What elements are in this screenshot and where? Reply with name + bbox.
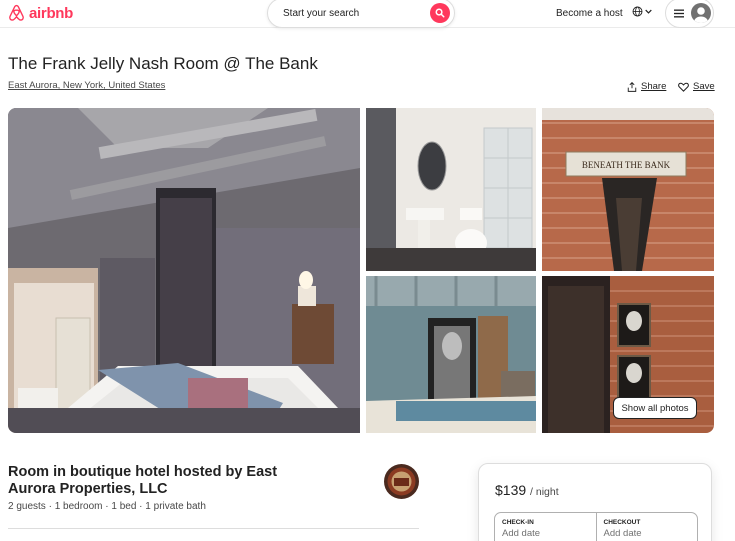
photo-basement-lounge[interactable] bbox=[366, 276, 536, 433]
checkin-label: CHECK-IN bbox=[502, 519, 534, 526]
checkin-value: Add date bbox=[502, 528, 541, 539]
checkout-field[interactable]: CHECKOUT Add date bbox=[595, 513, 698, 541]
search-icon bbox=[435, 8, 445, 18]
host-avatar[interactable] bbox=[384, 464, 419, 499]
share-label: Share bbox=[641, 81, 667, 92]
top-navigation-bar: airbnb Start your search Become a host bbox=[0, 0, 735, 28]
listing-title: The Frank Jelly Nash Room @ The Bank bbox=[8, 54, 318, 73]
search-button[interactable] bbox=[430, 3, 450, 23]
logo-text: airbnb bbox=[29, 4, 74, 22]
share-icon bbox=[627, 81, 637, 92]
svg-text:BENEATH THE BANK: BENEATH THE BANK bbox=[582, 160, 671, 170]
save-button[interactable]: Save bbox=[678, 81, 715, 92]
chevron-down-icon bbox=[645, 9, 652, 14]
main-photo-bedroom[interactable] bbox=[8, 108, 360, 433]
price-unit: / night bbox=[530, 486, 559, 498]
language-button[interactable] bbox=[632, 6, 652, 17]
become-host-link[interactable]: Become a host bbox=[556, 8, 623, 19]
search-placeholder: Start your search bbox=[283, 7, 360, 19]
nightly-price: $139 / night bbox=[495, 482, 559, 498]
photo-bathroom[interactable] bbox=[366, 108, 536, 271]
save-label: Save bbox=[693, 81, 715, 92]
host-summary-title: Room in boutique hotel hosted by East Au… bbox=[8, 464, 278, 497]
photo-hallway-beneath-the-bank[interactable]: BENEATH THE BANK bbox=[542, 108, 714, 271]
date-picker: CHECK-IN Add date CHECKOUT Add date bbox=[494, 512, 698, 541]
checkin-field[interactable]: CHECK-IN Add date bbox=[495, 513, 596, 541]
section-divider bbox=[8, 528, 419, 529]
booking-card: $139 / night CHECK-IN Add date CHECKOUT … bbox=[478, 463, 712, 541]
airbnb-logo-icon bbox=[9, 4, 24, 21]
listing-capacity-details: 2 guests · 1 bedroom · 1 bed · 1 private… bbox=[8, 501, 206, 512]
globe-icon bbox=[632, 6, 643, 17]
checkout-value: Add date bbox=[603, 528, 642, 539]
search-bar[interactable]: Start your search bbox=[267, 0, 455, 28]
price-amount: $139 bbox=[495, 482, 527, 498]
user-avatar-icon bbox=[691, 3, 711, 23]
checkout-label: CHECKOUT bbox=[603, 519, 641, 526]
user-menu-button[interactable] bbox=[665, 0, 714, 28]
heart-icon bbox=[678, 82, 689, 92]
airbnb-logo[interactable]: airbnb bbox=[8, 4, 73, 22]
hamburger-menu-icon bbox=[674, 9, 684, 17]
photo-gallery: BENEATH THE BANK bbox=[8, 108, 714, 433]
share-button[interactable]: Share bbox=[627, 81, 666, 92]
show-all-photos-button[interactable]: Show all photos bbox=[613, 397, 697, 419]
listing-location-link[interactable]: East Aurora, New York, United States bbox=[8, 80, 165, 91]
